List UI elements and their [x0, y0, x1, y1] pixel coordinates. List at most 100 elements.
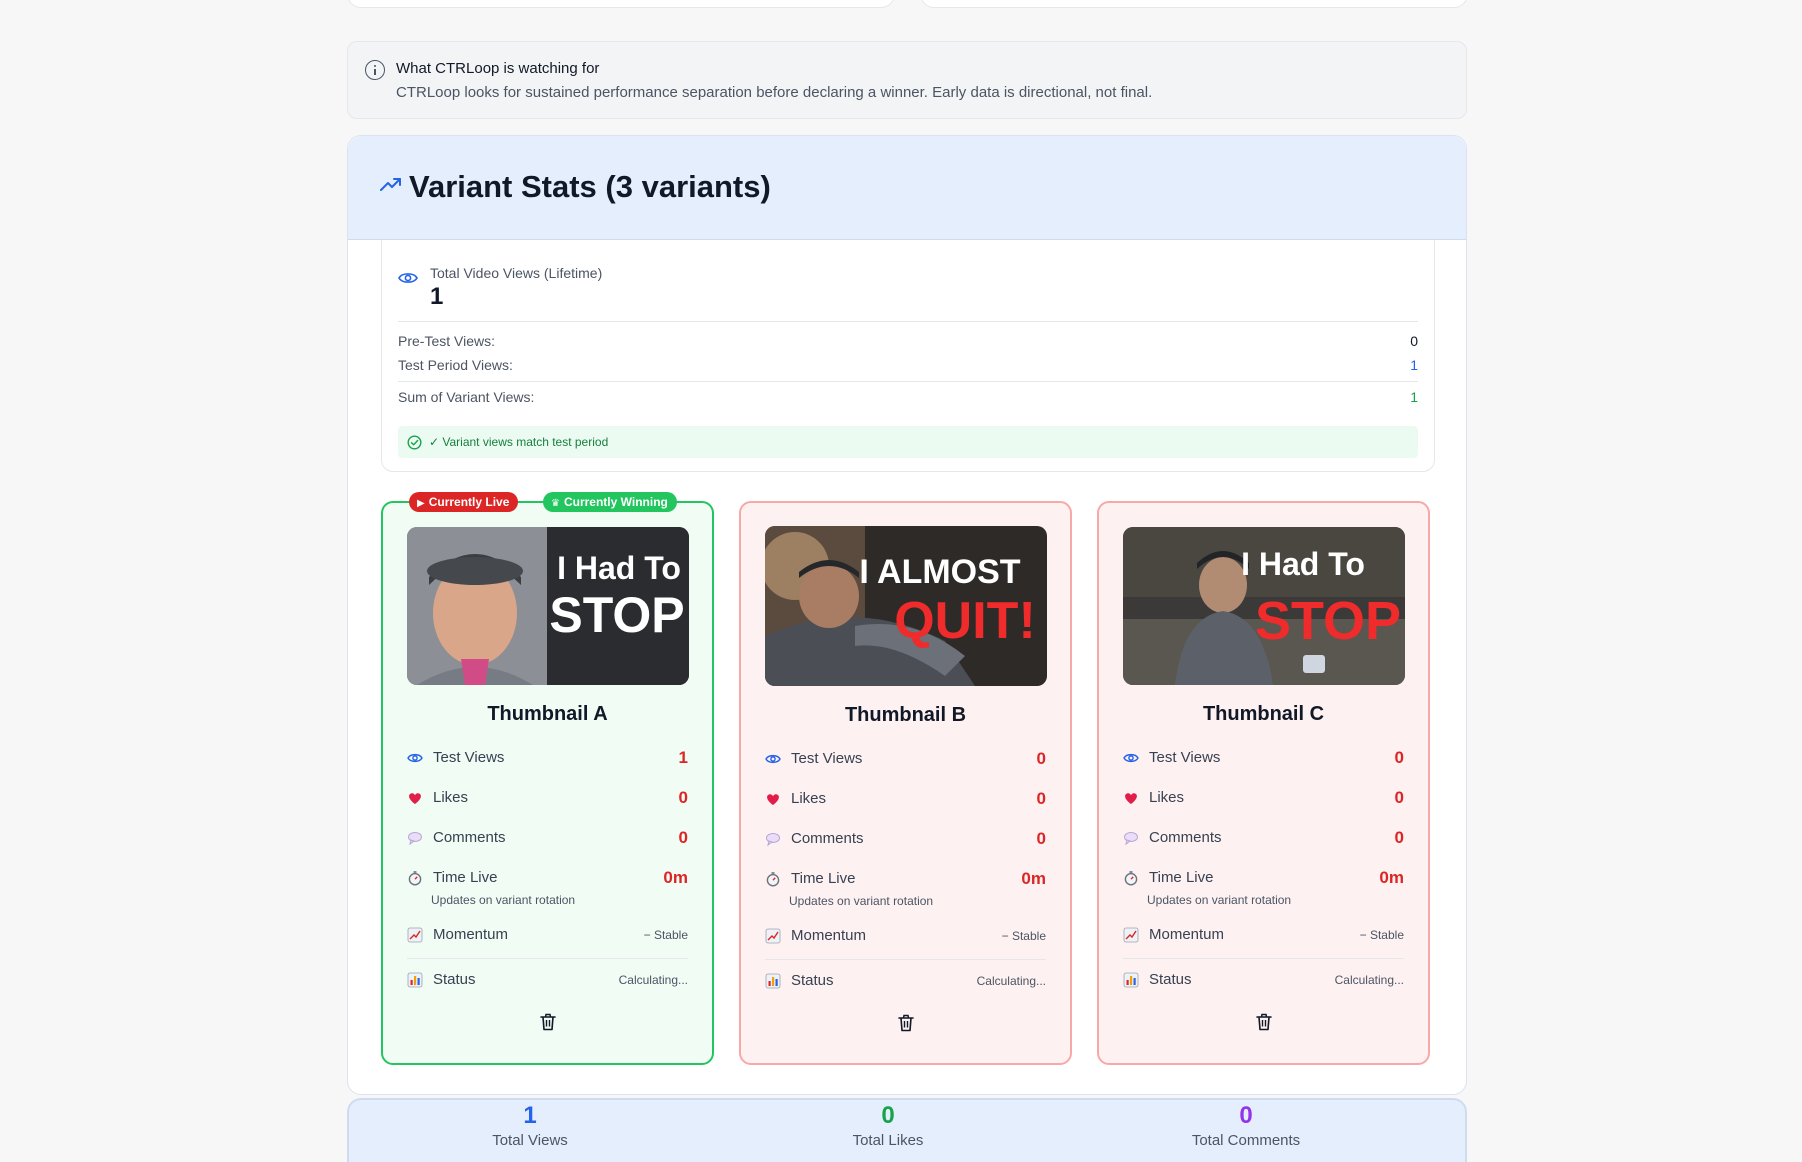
- crown-icon: ♛: [551, 498, 560, 509]
- test-period-views-label: Test Period Views:: [398, 357, 513, 373]
- likes-row: Likes 0: [407, 788, 688, 810]
- likes-row: Likes 0: [765, 789, 1046, 811]
- status-row: Status Calculating...: [765, 971, 1046, 993]
- divider: [398, 321, 1418, 322]
- total-views-value: 1: [430, 283, 444, 310]
- status-row: Status Calculating...: [1123, 970, 1404, 992]
- sum-variant-views-label: Sum of Variant Views:: [398, 389, 535, 405]
- momentum-row: Momentum − Stable: [407, 925, 688, 947]
- currently-winning-label: Currently Winning: [563, 495, 668, 509]
- thumbnail-c-line1: I Had To: [1241, 546, 1365, 582]
- momentum-row: Momentum − Stable: [1123, 925, 1404, 947]
- trash-icon[interactable]: [898, 1014, 914, 1032]
- check-circle-icon: [407, 435, 422, 450]
- time-live-note: Updates on variant rotation: [1147, 893, 1292, 907]
- variant-card-b[interactable]: I ALMOST QUIT! Thumbnail B Test Views 0 …: [739, 501, 1072, 1065]
- total-comments-count: 0: [1239, 1102, 1253, 1129]
- variant-name: Thumbnail B: [844, 704, 967, 726]
- divider: [398, 381, 1418, 382]
- chart-increasing-icon: [765, 928, 781, 944]
- variant-card-c[interactable]: I Had To STOP Thumbnail C Test Views 0 L…: [1097, 501, 1430, 1065]
- divider: [1123, 958, 1404, 959]
- total-likes-count: 0: [881, 1102, 895, 1129]
- variant-card-a[interactable]: ▶ Currently Live ♛ Currently Winning I Had…: [381, 492, 714, 1065]
- time-live-value: 0m: [663, 868, 688, 887]
- variant-name: Thumbnail C: [1202, 703, 1325, 725]
- comments-row: Comments 0: [1123, 828, 1404, 850]
- thumbnail-a-art: I Had To STOP: [407, 527, 689, 685]
- comments-row: Comments 0: [765, 829, 1046, 851]
- likes-value: 0: [1036, 789, 1046, 808]
- bar-chart-icon: [407, 972, 423, 988]
- total-likes-caption: Total Likes: [852, 1132, 924, 1149]
- thumbnail-a-line1: I Had To: [557, 550, 681, 586]
- stopwatch-icon: [766, 872, 780, 887]
- thumbnail-b-line2: QUIT!: [894, 592, 1036, 650]
- test-views-row: Test Views 0: [1123, 748, 1404, 770]
- currently-live-label: Currently Live: [428, 495, 510, 509]
- trash-icon[interactable]: [540, 1013, 556, 1031]
- comments-label: Comments: [791, 830, 864, 847]
- variant-stats-title: Variant Stats (3 variants): [409, 169, 771, 204]
- test-views-row: Test Views 0: [765, 749, 1046, 771]
- time-live-note: Updates on variant rotation: [431, 893, 576, 907]
- test-views-label: Test Views: [791, 750, 863, 767]
- likes-label: Likes: [433, 789, 469, 806]
- time-live-value: 0m: [1379, 868, 1404, 887]
- time-live-label: Time Live: [1149, 869, 1214, 886]
- heart-icon: [409, 793, 421, 804]
- stopwatch-icon: [1124, 871, 1138, 886]
- info-text: CTRLoop looks for sustained performance …: [396, 84, 1153, 101]
- pretest-views-label: Pre-Test Views:: [398, 333, 495, 349]
- views-match-notice: ✓ Variant views match test period: [398, 426, 1418, 458]
- thumbnail-image-a[interactable]: I Had To STOP: [407, 527, 689, 685]
- pretest-views-value: 0: [1410, 333, 1418, 349]
- status-label: Status: [433, 971, 476, 988]
- total-comments-summary: 0 Total Comments: [1146, 1100, 1346, 1149]
- test-period-views-value: 1: [1410, 357, 1418, 373]
- comments-value: 0: [1394, 828, 1404, 847]
- info-title: What CTRLoop is watching for: [396, 60, 600, 77]
- status-row: Status Calculating...: [407, 970, 688, 992]
- time-live-row: Time Live 0m: [407, 868, 688, 890]
- momentum-value: − Stable: [1359, 928, 1404, 942]
- comments-value: 0: [678, 828, 688, 847]
- currently-winning-badge: ♛ Currently Winning: [543, 492, 677, 512]
- speech-bubble-icon: [1124, 832, 1138, 846]
- likes-row: Likes 0: [1123, 788, 1404, 810]
- total-views-summary: 1 Total Views: [430, 1100, 630, 1149]
- thumbnail-image-b[interactable]: I ALMOST QUIT!: [765, 526, 1047, 686]
- status-label: Status: [1149, 971, 1192, 988]
- thumbnail-a-line2: STOP: [549, 587, 684, 643]
- variant-name: Thumbnail A: [487, 703, 608, 725]
- test-views-label: Test Views: [433, 749, 505, 766]
- thumbnail-c-line2: STOP: [1255, 591, 1401, 651]
- variant-stats-header: Variant Stats (3 variants): [348, 136, 1466, 240]
- bar-chart-icon: [765, 973, 781, 989]
- info-icon: [365, 60, 385, 80]
- test-views-value: 0: [1036, 749, 1046, 768]
- test-views-value: 1: [678, 748, 688, 767]
- likes-value: 0: [678, 788, 688, 807]
- bar-chart-icon: [1123, 972, 1139, 988]
- status-value: Calculating...: [1334, 973, 1404, 987]
- test-views-value: 0: [1394, 748, 1404, 767]
- speech-bubble-icon: [766, 833, 780, 847]
- chart-increasing-icon: [407, 927, 423, 943]
- momentum-label: Momentum: [791, 927, 867, 944]
- momentum-value: − Stable: [1001, 929, 1046, 943]
- play-icon: ▶: [417, 498, 425, 509]
- divider: [407, 958, 688, 959]
- currently-live-badge: ▶ Currently Live: [409, 492, 519, 512]
- top-card-right: [920, 0, 1468, 8]
- comments-value: 0: [1036, 829, 1046, 848]
- heart-icon: [767, 794, 779, 805]
- thumbnail-b-art: I ALMOST QUIT!: [765, 526, 1047, 686]
- trash-icon[interactable]: [1256, 1013, 1272, 1031]
- test-views-row: Test Views 1: [407, 748, 688, 770]
- thumbnail-image-c[interactable]: I Had To STOP: [1123, 527, 1405, 685]
- likes-label: Likes: [1149, 789, 1185, 806]
- thumbnail-b-line1: I ALMOST: [859, 553, 1020, 591]
- variant-stats-panel: Variant Stats (3 variants) Total Video V…: [347, 135, 1467, 1095]
- status-value: Calculating...: [618, 973, 688, 987]
